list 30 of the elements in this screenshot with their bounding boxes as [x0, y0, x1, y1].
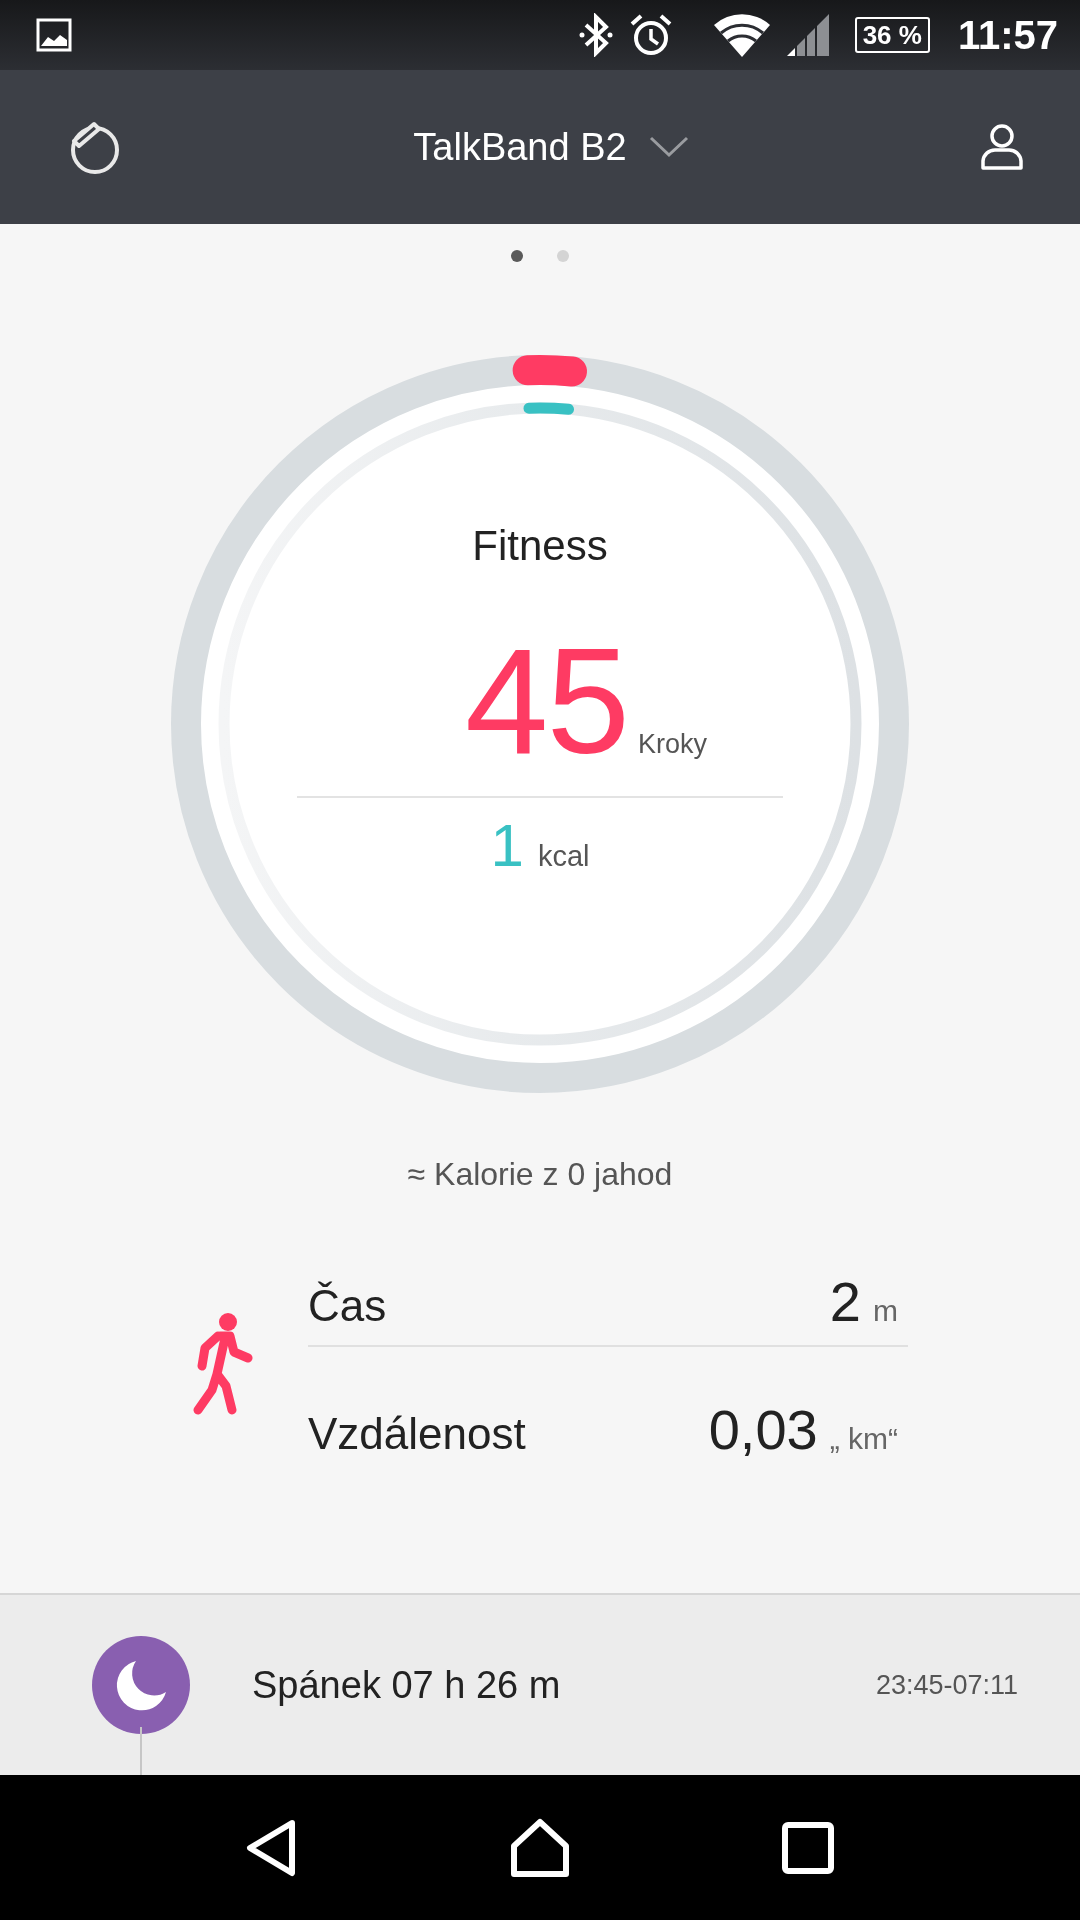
- page-indicator-dot[interactable]: [557, 250, 569, 262]
- step-count: 45: [465, 626, 628, 776]
- sleep-time-range: 23:45-07:11: [875, 1669, 1018, 1701]
- stat-label: Čas: [308, 1281, 387, 1331]
- wifi-icon: [712, 11, 771, 59]
- walking-person-icon: [192, 1312, 254, 1416]
- alarm-icon: [628, 13, 673, 57]
- profile-button[interactable]: [980, 123, 1024, 171]
- page-indicator-dot[interactable]: [511, 250, 523, 262]
- calorie-unit: kcal: [537, 840, 590, 873]
- square-icon: [782, 1821, 834, 1874]
- sleep-summary[interactable]: Spánek 07 h 26 m: [252, 1663, 876, 1707]
- card-title: Fitness: [472, 522, 608, 570]
- battery-indicator: 36 %: [854, 17, 930, 53]
- calorie-note: ≈ Kalorie z 0 jahod: [406, 1156, 674, 1193]
- stat-unit: m: [873, 1294, 898, 1328]
- moon-icon: [92, 1636, 190, 1734]
- stat-value: 0,03: [708, 1397, 818, 1462]
- step-unit: Kroky: [637, 729, 707, 760]
- calorie-count: 1: [490, 816, 524, 876]
- device-selector[interactable]: TalkBand B2: [413, 125, 689, 169]
- clock-time: 11:57: [957, 12, 1058, 58]
- stat-value: 2: [829, 1269, 861, 1334]
- back-icon: [246, 1818, 298, 1877]
- stat-unit: „ km“: [829, 1422, 898, 1456]
- home-icon: [510, 1817, 570, 1878]
- chevron-down-icon: [648, 136, 689, 158]
- stat-label: Vzdálenost: [308, 1409, 526, 1459]
- person-icon: [980, 123, 1024, 171]
- picture-icon: [36, 18, 72, 52]
